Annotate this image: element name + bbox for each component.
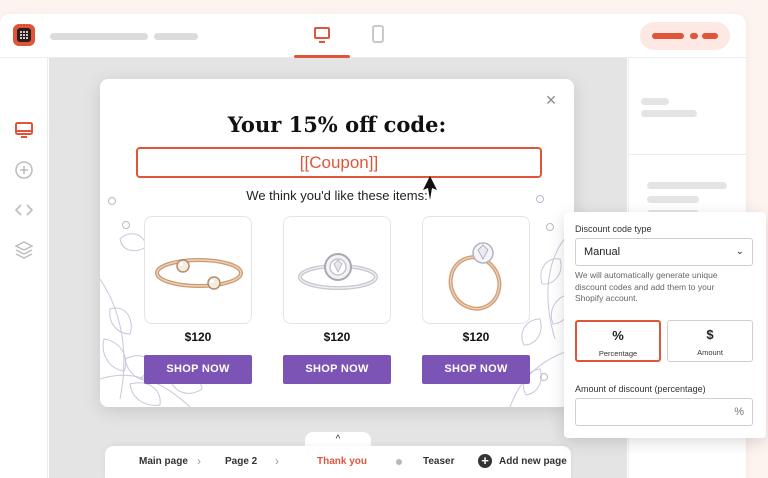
pill-placeholder bbox=[690, 33, 698, 39]
shop-now-button[interactable]: SHOP NOW bbox=[283, 355, 391, 384]
left-rail bbox=[0, 58, 48, 478]
code-icon[interactable] bbox=[14, 200, 34, 220]
ring-halo-image[interactable] bbox=[283, 216, 391, 324]
product-card: $120 SHOP NOW bbox=[283, 216, 391, 384]
page-tab-2[interactable]: Page 2 bbox=[225, 456, 257, 467]
product-price: $120 bbox=[184, 330, 212, 344]
panel-placeholder bbox=[641, 98, 669, 105]
deco-circle bbox=[540, 373, 548, 381]
discount-type-label: Discount code type bbox=[575, 224, 652, 234]
product-card: $120 SHOP NOW bbox=[144, 216, 252, 384]
percent-icon: % bbox=[612, 328, 624, 343]
amount-option[interactable]: $ Amount bbox=[667, 320, 753, 362]
product-price: $120 bbox=[323, 330, 351, 344]
mobile-preview-button[interactable] bbox=[350, 14, 406, 58]
product-price: $120 bbox=[462, 330, 490, 344]
app-logo[interactable] bbox=[13, 24, 35, 46]
coupon-field[interactable]: [[Coupon]] bbox=[136, 147, 542, 178]
layers-icon[interactable] bbox=[14, 240, 34, 260]
panel-placeholder bbox=[647, 196, 699, 203]
product-card: $120 SHOP NOW bbox=[422, 216, 530, 384]
top-bar bbox=[0, 14, 746, 58]
monitor-icon bbox=[314, 27, 330, 43]
popup-title: Your 15% off code: bbox=[227, 112, 447, 137]
phone-icon bbox=[372, 25, 384, 43]
shop-now-button[interactable]: SHOP NOW bbox=[144, 355, 252, 384]
desktop-preview-button[interactable] bbox=[294, 14, 350, 58]
pill-placeholder bbox=[702, 33, 718, 39]
page-tab-teaser[interactable]: Teaser bbox=[423, 456, 455, 467]
ring-bypass-image[interactable] bbox=[144, 216, 252, 324]
plus-circle-icon[interactable] bbox=[14, 160, 34, 180]
percentage-option-label: Percentage bbox=[598, 349, 638, 358]
page-navigation: Main page › Page 2 › Thank you Teaser + … bbox=[105, 446, 571, 478]
panel-placeholder bbox=[647, 182, 727, 189]
chevron-right-icon: › bbox=[275, 454, 279, 468]
popup-preview[interactable]: × Your 15% off code: [[Coupon]] We think… bbox=[100, 79, 574, 407]
popup-subtitle: We think you'd like these items: bbox=[246, 188, 428, 203]
discount-settings-card: Discount code type Manual ⌄ We will auto… bbox=[564, 212, 766, 438]
deco-circle bbox=[122, 221, 130, 229]
add-new-page-button[interactable]: Add new page bbox=[499, 456, 567, 467]
chevron-down-icon: ⌄ bbox=[735, 246, 744, 257]
discount-amount-input[interactable]: % bbox=[575, 398, 753, 426]
chevron-right-icon: › bbox=[197, 454, 201, 468]
discount-help-text: We will automatically generate unique di… bbox=[575, 270, 718, 303]
panel-placeholder bbox=[641, 110, 697, 117]
add-page-icon[interactable]: + bbox=[478, 454, 492, 468]
percent-suffix: % bbox=[734, 406, 744, 418]
breadcrumb-placeholder bbox=[50, 33, 148, 40]
discount-type-value: Manual bbox=[584, 246, 621, 258]
monitor-icon[interactable] bbox=[14, 120, 34, 140]
dollar-icon: $ bbox=[706, 327, 714, 342]
separator-dot bbox=[396, 459, 402, 465]
page-tab-main[interactable]: Main page bbox=[139, 456, 188, 467]
discount-type-select[interactable]: Manual ⌄ bbox=[575, 238, 753, 266]
account-pill[interactable] bbox=[640, 22, 730, 50]
ring-solitaire-image[interactable] bbox=[422, 216, 530, 324]
percentage-option[interactable]: % Percentage bbox=[575, 320, 661, 362]
pill-placeholder bbox=[652, 33, 684, 39]
shop-now-button[interactable]: SHOP NOW bbox=[422, 355, 530, 384]
deco-circle bbox=[546, 223, 554, 231]
logo-mark bbox=[17, 28, 31, 42]
page-tab-thank-you[interactable]: Thank you bbox=[317, 456, 367, 467]
mouse-pointer-icon bbox=[423, 176, 437, 200]
amount-option-label: Amount bbox=[697, 348, 723, 357]
close-icon[interactable]: × bbox=[544, 91, 558, 109]
breadcrumb-placeholder bbox=[154, 33, 198, 40]
amount-label: Amount of discount (percentage) bbox=[575, 384, 706, 394]
